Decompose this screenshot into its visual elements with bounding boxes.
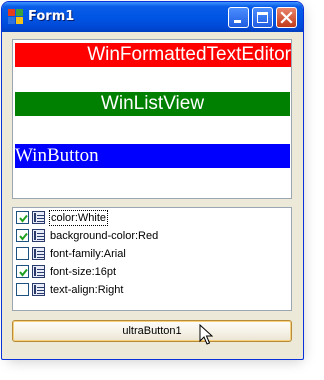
style-checklist: color:White background-color:Red font-fa…	[12, 207, 292, 311]
ultra-button[interactable]: ultraButton1	[12, 320, 292, 342]
list-item-label: text-align:Right	[50, 284, 124, 296]
style-icon	[32, 283, 45, 296]
checkbox-checked[interactable]	[16, 211, 29, 224]
preview-panel: WinFormattedTextEditor WinListView WinBu…	[12, 39, 292, 199]
list-view-strip[interactable]: WinListView	[15, 92, 290, 116]
maximize-icon	[257, 12, 268, 23]
checkbox-checked[interactable]	[16, 229, 29, 242]
checkmark-icon	[19, 268, 28, 277]
formatted-text-editor-label: WinFormattedTextEditor	[87, 44, 291, 65]
list-item-label: color:White	[49, 210, 109, 226]
list-view-label: WinListView	[100, 93, 205, 114]
list-item-label: font-family:Arial	[50, 248, 126, 260]
window-title: Form1	[28, 9, 75, 24]
checkmark-icon	[19, 214, 28, 223]
app-icon	[8, 9, 24, 25]
win-button-label: WinButton	[15, 145, 99, 166]
list-item-label: font-size:16pt	[50, 266, 117, 278]
title-bar[interactable]: Form1	[2, 2, 303, 32]
formatted-text-editor-strip[interactable]: WinFormattedTextEditor	[15, 43, 291, 67]
style-icon	[32, 229, 45, 242]
close-icon	[280, 11, 293, 24]
win-button-strip[interactable]: WinButton	[15, 144, 290, 168]
mouse-cursor-icon	[199, 324, 213, 345]
form-window: Form1 WinFormattedTextEditor WinListView	[1, 1, 304, 360]
close-button[interactable]	[276, 7, 297, 28]
list-item-label: background-color:Red	[50, 230, 159, 242]
style-icon	[32, 247, 45, 260]
maximize-button[interactable]	[252, 7, 273, 28]
checkbox-unchecked[interactable]	[16, 247, 29, 260]
checkmark-icon	[19, 232, 28, 241]
checkbox-unchecked[interactable]	[16, 283, 29, 296]
minimize-icon	[234, 20, 241, 23]
style-icon	[32, 211, 45, 224]
checkbox-checked[interactable]	[16, 265, 29, 278]
form-client-area: WinFormattedTextEditor WinListView WinBu…	[6, 32, 299, 355]
ultra-button-label: ultraButton1	[122, 325, 182, 337]
style-icon	[32, 265, 45, 278]
minimize-button[interactable]	[228, 7, 249, 28]
